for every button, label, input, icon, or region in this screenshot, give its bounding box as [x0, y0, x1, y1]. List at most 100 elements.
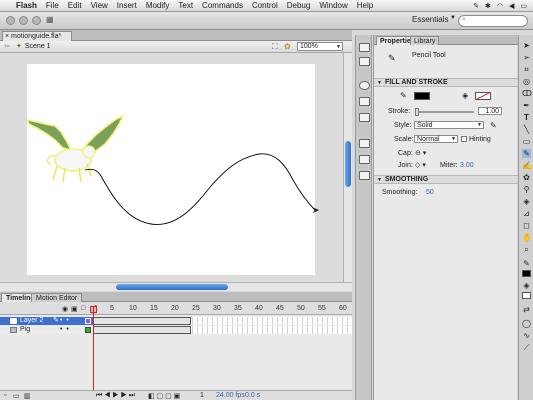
playhead[interactable]: [93, 306, 94, 400]
swatches-icon[interactable]: [359, 57, 370, 66]
menu-window[interactable]: Window: [319, 1, 347, 10]
frame-rate[interactable]: 24.00 fps: [216, 392, 245, 399]
straighten-icon[interactable]: ⟋: [522, 343, 531, 352]
smoothing-value[interactable]: 50: [426, 189, 434, 196]
scale-select[interactable]: Normal ▼: [414, 135, 458, 143]
smooth-icon[interactable]: ∿: [522, 331, 531, 340]
color-panel-icon[interactable]: [359, 43, 370, 52]
line-tool-icon[interactable]: ╲: [522, 125, 531, 134]
onion-skin-icon[interactable]: ◧ ▢ ▢ ▣: [148, 392, 180, 400]
info-icon[interactable]: [359, 97, 370, 106]
edit-symbols-icon[interactable]: ✿: [284, 42, 291, 51]
layer-name[interactable]: Layer 2: [20, 317, 43, 325]
horizontal-scroll-thumb[interactable]: [116, 284, 228, 290]
battery-icon[interactable]: ▭: [520, 2, 527, 10]
align-icon[interactable]: [359, 81, 370, 90]
transform-icon[interactable]: [359, 113, 370, 122]
close-window-button[interactable]: [6, 16, 15, 25]
pasteboard[interactable]: ➤: [0, 53, 343, 282]
stroke-slider-thumb[interactable]: [415, 108, 419, 116]
minimize-window-button[interactable]: [19, 16, 28, 25]
close-icon[interactable]: ×: [5, 32, 9, 41]
pencil-tool-icon[interactable]: ✎: [522, 149, 531, 158]
layer-row-pig[interactable]: Pig • •: [0, 326, 352, 334]
free-transform-tool-icon[interactable]: ⌗: [522, 65, 531, 74]
eye-icon[interactable]: ◉: [62, 305, 68, 313]
bluetooth-icon[interactable]: ✱: [485, 2, 491, 10]
3d-rotation-tool-icon[interactable]: ◎: [522, 77, 531, 86]
stage-horizontal-scrollbar[interactable]: [0, 282, 352, 291]
stroke-slider[interactable]: [415, 108, 474, 116]
text-tool-icon[interactable]: T: [522, 113, 531, 122]
lock-icon[interactable]: ▣: [71, 305, 78, 313]
zoom-select[interactable]: 100% ▼: [297, 42, 343, 51]
swap-colors-icon[interactable]: ⇄: [522, 305, 531, 314]
layer-name[interactable]: Pig: [20, 326, 30, 334]
frame-span[interactable]: [93, 326, 191, 334]
selection-tool-icon[interactable]: ➤: [522, 41, 531, 50]
object-drawing-icon[interactable]: ◯: [522, 319, 531, 328]
stroke-color-swatch[interactable]: [414, 92, 430, 100]
layer-toggles[interactable]: • •: [60, 326, 69, 334]
script-icon[interactable]: ✎: [473, 2, 479, 10]
smoothing-header[interactable]: SMOOTHING: [374, 175, 518, 184]
menu-control[interactable]: Control: [252, 1, 278, 10]
components-icon[interactable]: [359, 139, 370, 148]
deco-tool-icon[interactable]: ✿: [522, 173, 531, 182]
motion-presets-icon[interactable]: [359, 171, 370, 180]
miter-value[interactable]: 3.00: [460, 162, 474, 169]
flying-pig-icon[interactable]: [25, 114, 125, 183]
layer-row-layer-2[interactable]: Layer 2 ✎ • •: [0, 317, 352, 325]
zoom-tool-icon[interactable]: ⌕: [522, 245, 531, 254]
tab-library[interactable]: Library: [410, 36, 440, 45]
frame-span[interactable]: [93, 317, 191, 325]
rectangle-tool-icon[interactable]: ▭: [522, 137, 531, 146]
menu-edit[interactable]: Edit: [68, 1, 82, 10]
menu-text[interactable]: Text: [178, 1, 193, 10]
join-select[interactable]: ◇ ▾: [415, 161, 426, 169]
menu-debug[interactable]: Debug: [287, 1, 311, 10]
new-folder-icon[interactable]: ▭: [13, 392, 20, 400]
zoom-window-button[interactable]: [32, 16, 41, 25]
menu-insert[interactable]: Insert: [117, 1, 137, 10]
style-select[interactable]: Solid ▼: [414, 121, 484, 129]
scene-breadcrumb[interactable]: ✦ Scene 1: [16, 42, 51, 51]
cap-select[interactable]: ⊖ ▾: [415, 149, 426, 157]
code-snippets-icon[interactable]: [359, 155, 370, 164]
app-menu[interactable]: Flash: [16, 1, 37, 10]
document-tab[interactable]: × motionguide.fla*: [2, 31, 72, 41]
paint-bucket-tool-icon[interactable]: ◈: [522, 197, 531, 206]
wifi-icon[interactable]: ◠: [497, 2, 503, 10]
subselection-tool-icon[interactable]: ➢: [522, 53, 531, 62]
search-input[interactable]: ⌕: [458, 15, 528, 27]
trash-icon[interactable]: ▥: [24, 392, 31, 400]
menu-commands[interactable]: Commands: [202, 1, 243, 10]
layer-outline-color[interactable]: [85, 327, 91, 333]
layout-icon[interactable]: ▦: [46, 15, 54, 24]
new-layer-icon[interactable]: ▫: [4, 392, 6, 399]
edit-scene-icon[interactable]: ⛶: [272, 42, 278, 52]
menu-help[interactable]: Help: [357, 1, 373, 10]
layer-frames[interactable]: [93, 326, 352, 334]
stroke-color-chip[interactable]: [522, 270, 531, 277]
back-arrow-icon[interactable]: ⇦: [4, 42, 10, 50]
volume-icon[interactable]: ◀: [509, 2, 514, 10]
stage-vertical-scrollbar[interactable]: [343, 53, 352, 282]
vertical-scroll-thumb[interactable]: [345, 141, 351, 187]
bone-tool-icon[interactable]: ⚲: [522, 185, 531, 194]
eraser-tool-icon[interactable]: ◻: [522, 221, 531, 230]
layer-outline-color[interactable]: [85, 318, 91, 324]
menu-modify[interactable]: Modify: [146, 1, 170, 10]
layer-toggles[interactable]: • •: [60, 317, 69, 325]
stage[interactable]: [25, 64, 316, 275]
workspace-switcher[interactable]: Essentials: [412, 15, 448, 24]
fill-and-stroke-header[interactable]: FILL AND STROKE: [374, 78, 518, 87]
tab-motion-editor[interactable]: Motion Editor: [31, 293, 83, 302]
eyedropper-tool-icon[interactable]: ⊿: [522, 209, 531, 218]
menu-view[interactable]: View: [91, 1, 108, 10]
edit-stroke-style-icon[interactable]: ✎: [490, 121, 497, 130]
hinting-checkbox[interactable]: [461, 136, 467, 142]
motion-guide-path[interactable]: [84, 153, 316, 225]
lasso-tool-icon[interactable]: ↀ: [522, 89, 532, 98]
hand-tool-icon[interactable]: ✋: [522, 233, 532, 242]
